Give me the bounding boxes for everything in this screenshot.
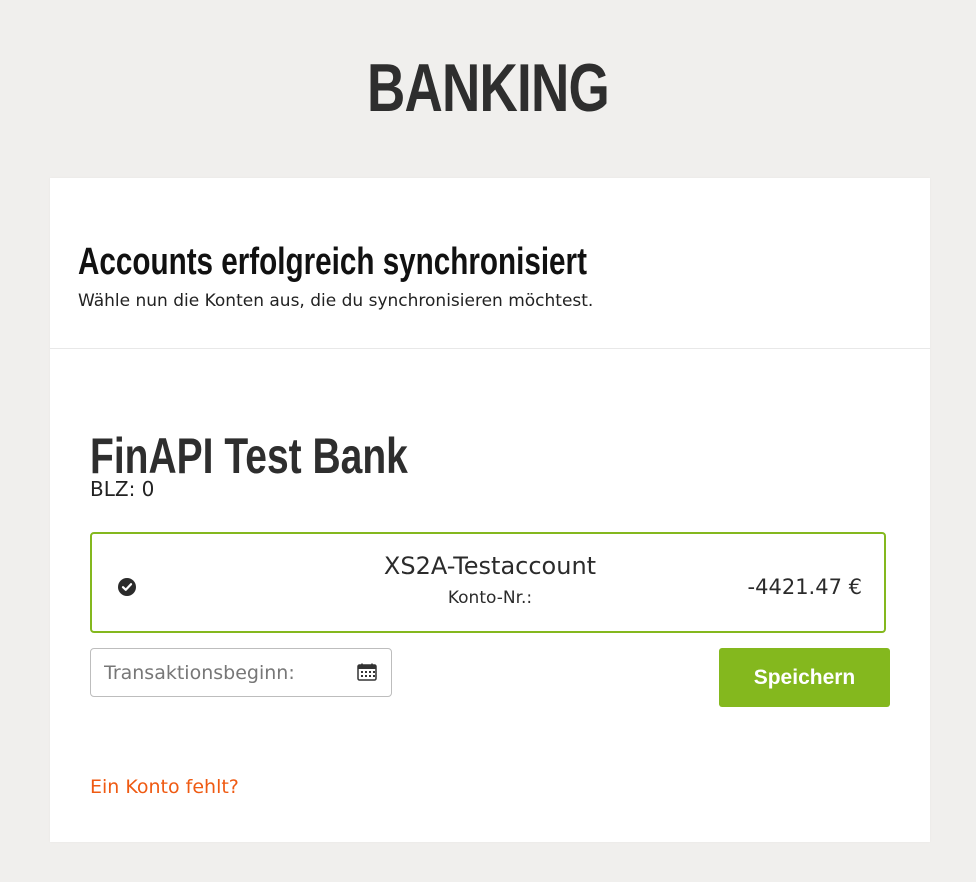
success-title: Accounts erfolgreich synchronisiert <box>78 241 587 284</box>
card-header: Accounts erfolgreich synchronisiert Wähl… <box>50 178 930 349</box>
save-button[interactable]: Speichern <box>719 648 890 707</box>
account-balance: -4421.47 € <box>747 575 862 599</box>
sync-card: Accounts erfolgreich synchronisiert Wähl… <box>50 178 930 842</box>
transaction-start-field[interactable] <box>90 648 392 697</box>
page-title: BANKING <box>366 50 610 126</box>
transaction-start-input[interactable] <box>91 649 351 696</box>
account-option-xs2a-testaccount[interactable]: XS2A-Testaccount Konto-Nr.: -4421.47 € <box>90 532 886 633</box>
calendar-icon[interactable] <box>357 663 377 681</box>
bank-code: BLZ: 0 <box>90 477 155 501</box>
success-subtitle: Wähle nun die Konten aus, die du synchro… <box>78 291 594 311</box>
missing-account-link[interactable]: Ein Konto fehlt? <box>90 774 239 800</box>
